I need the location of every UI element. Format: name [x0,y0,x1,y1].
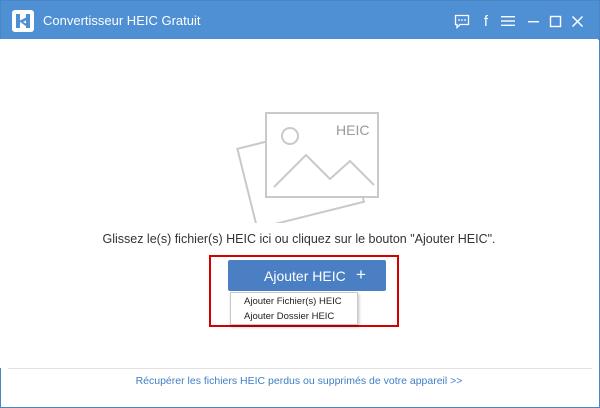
drop-zone[interactable]: HEIC Glissez le(s) fichier(s) HEIC ici o… [0,39,598,368]
image-placeholder-icon: HEIC [236,112,379,223]
add-heic-button-label: Ajouter HEIC [264,268,346,284]
illustration-label: HEIC [336,122,369,138]
close-icon[interactable] [568,12,586,30]
footer-divider [8,368,592,369]
add-heic-button[interactable]: Ajouter HEIC + [228,260,386,291]
drop-instruction: Glissez le(s) fichier(s) HEIC ici ou cli… [102,232,496,246]
recover-files-link[interactable]: Récupérer les fichiers HEIC perdus ou su… [0,375,598,387]
heic-app-logo-icon [12,10,34,32]
maximize-icon[interactable] [546,12,564,30]
plus-icon: + [356,265,366,284]
hamburger-menu-icon[interactable] [499,12,517,30]
chat-feedback-icon[interactable] [453,12,471,30]
minimize-icon[interactable] [524,12,542,30]
window-title: Convertisseur HEIC Gratuit [43,13,201,28]
title-bar[interactable]: Convertisseur HEIC Gratuit f [1,1,599,40]
facebook-icon[interactable]: f [477,12,495,30]
menu-item-add-files[interactable]: Ajouter Fichier(s) HEIC [231,294,357,309]
add-dropdown-menu: Ajouter Fichier(s) HEIC Ajouter Dossier … [230,292,358,325]
menu-item-add-folder[interactable]: Ajouter Dossier HEIC [231,309,357,324]
